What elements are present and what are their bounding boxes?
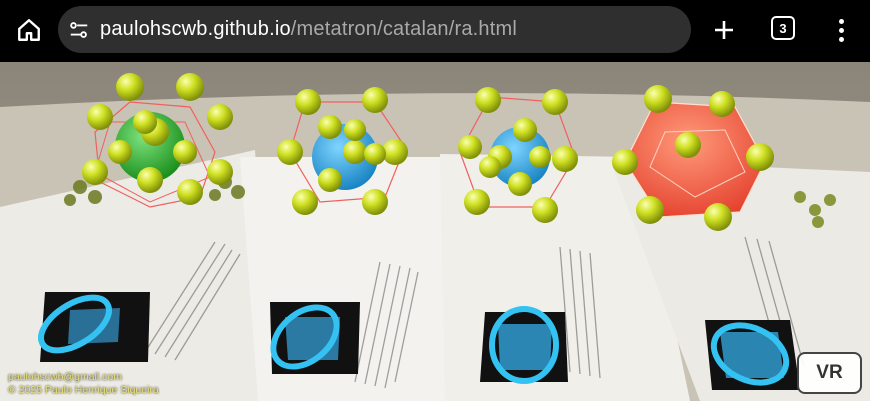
plus-icon: [715, 21, 733, 39]
vr-label: VR: [816, 362, 843, 383]
tab-count: 3: [779, 20, 787, 36]
ar-marker-1: [38, 292, 150, 362]
address-bar[interactable]: paulohscwb.github.io/metatron/catalan/ra…: [58, 6, 691, 53]
site-info-icon: [70, 21, 88, 38]
url-text[interactable]: paulohscwb.github.io/metatron/catalan/ra…: [100, 18, 517, 41]
more-menu-button[interactable]: [826, 12, 856, 48]
ar-scene: [0, 62, 870, 401]
more-vert-dot: [838, 27, 844, 33]
url-path: /metatron/catalan/ra.html: [290, 18, 518, 40]
tab-switcher-button[interactable]: 3: [771, 16, 795, 40]
more-vert-icon: [838, 18, 844, 24]
vr-button[interactable]: VR: [797, 352, 862, 394]
more-vert-dot: [838, 36, 844, 42]
new-tab-button[interactable]: [707, 13, 741, 47]
site-info-button[interactable]: [64, 15, 94, 45]
ar-marker-2: [270, 302, 360, 374]
credit-copyright: © 2025 Paulo Henrique Siqueira: [8, 384, 159, 396]
browser-toolbar: paulohscwb.github.io/metatron/catalan/ra…: [0, 0, 870, 62]
ar-marker-4: [705, 320, 800, 390]
url-host: paulohscwb.github.io: [100, 18, 291, 40]
home-icon: [18, 19, 40, 41]
credit-email: paulohscwb@gmail.com: [8, 371, 122, 383]
ar-camera-view[interactable]: paulohscwb@gmail.com © 2025 Paulo Henriq…: [0, 62, 870, 401]
home-button[interactable]: [10, 11, 48, 49]
ar-marker-3: [480, 306, 568, 384]
